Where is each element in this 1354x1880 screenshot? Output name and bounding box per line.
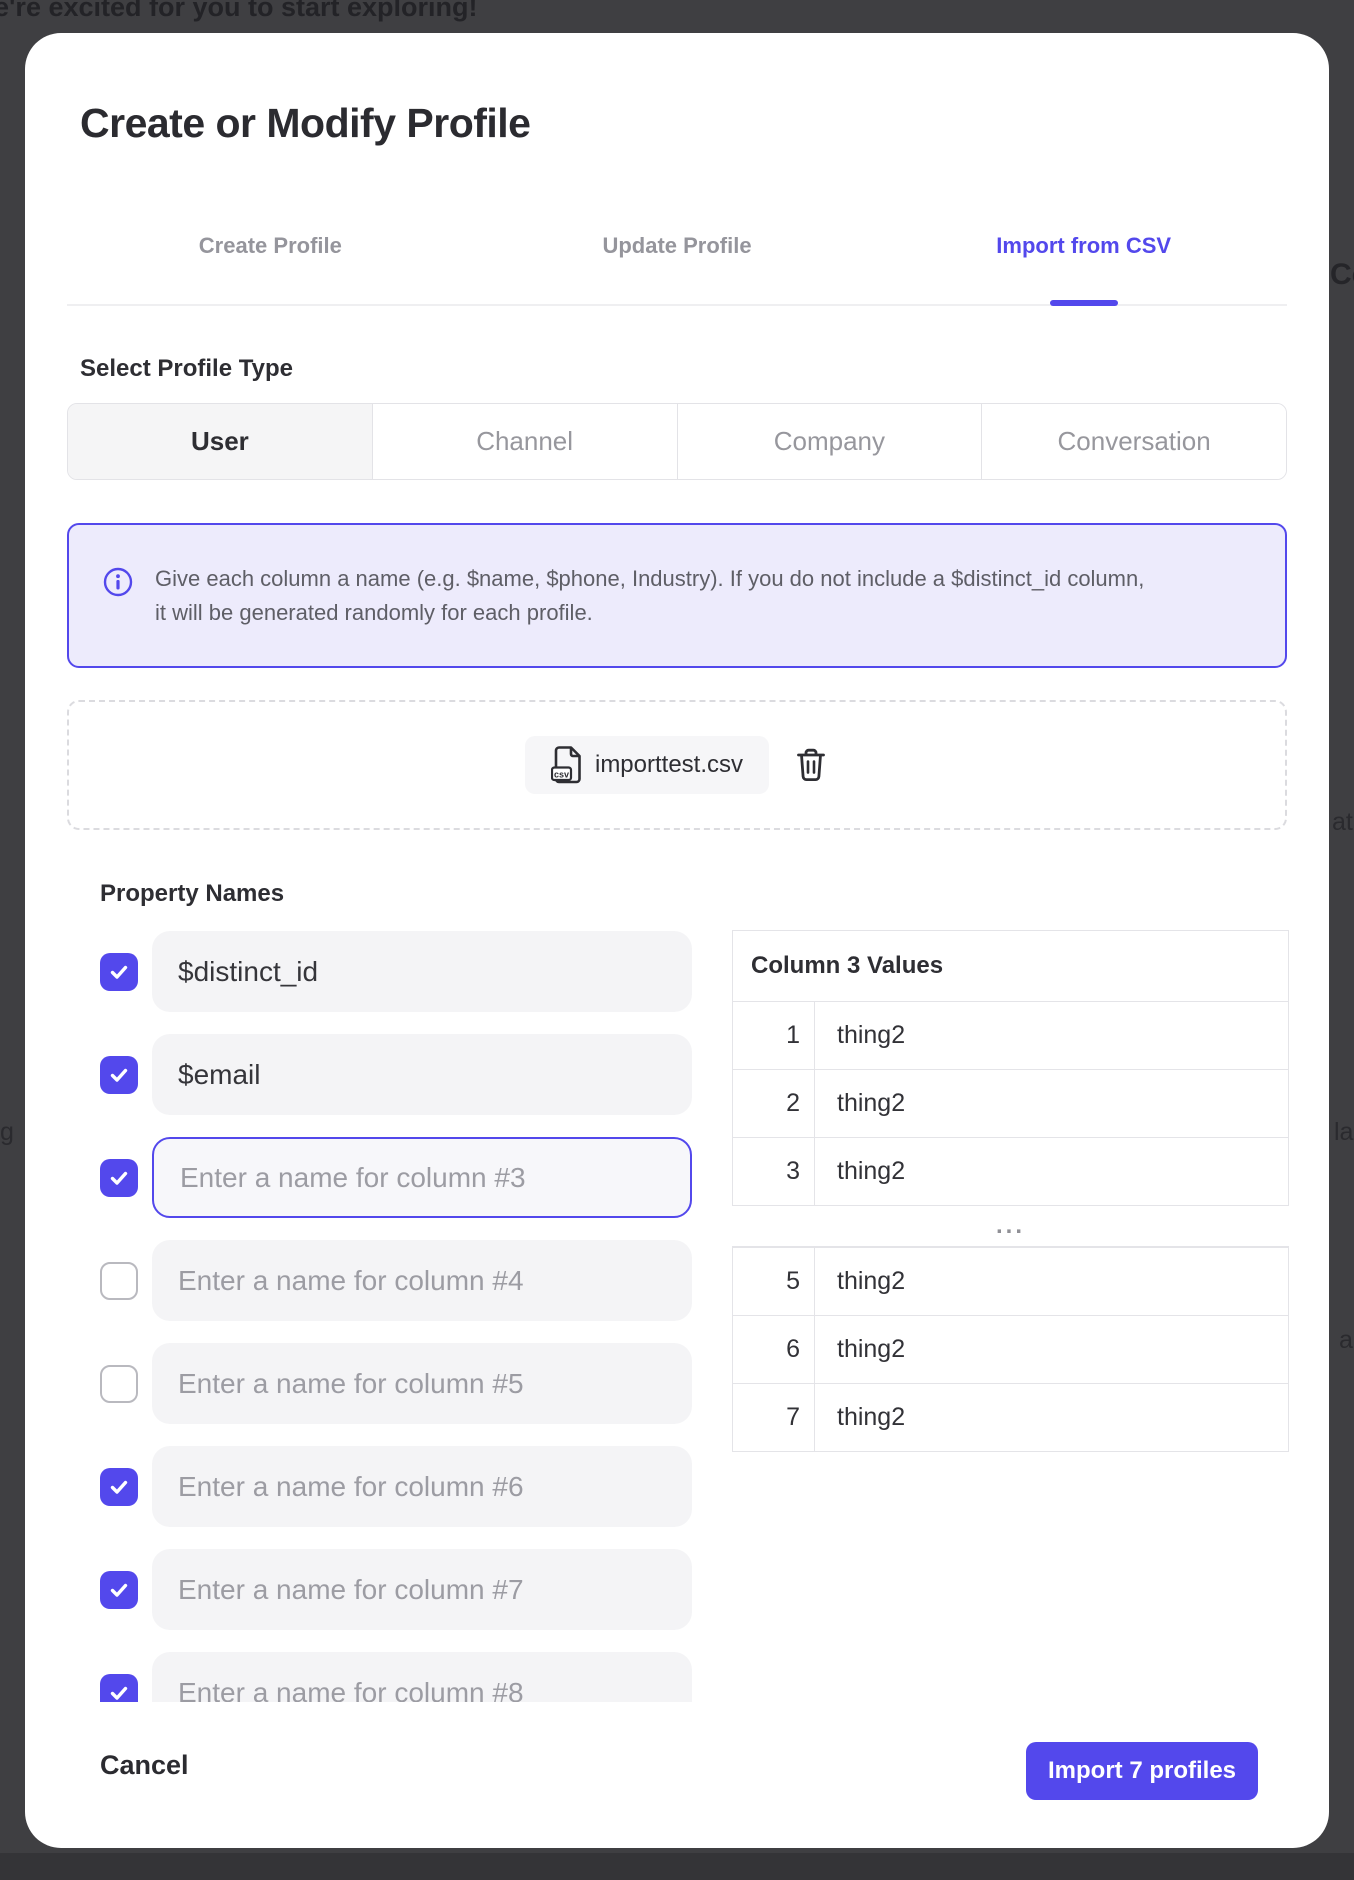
background-text-fragment: a (1339, 1326, 1353, 1355)
row-number: 3 (733, 1138, 815, 1205)
background-text-fragment: ata (1332, 808, 1354, 837)
column-name-input[interactable] (152, 931, 692, 1012)
tab[interactable]: Import from CSV (880, 228, 1287, 264)
row-number: 2 (733, 1070, 815, 1137)
background-bottom-bar (0, 1853, 1354, 1880)
row-value: thing2 (815, 1316, 1288, 1383)
table-header: Column 3 Values (733, 931, 1288, 1001)
page-title: Create or Modify Profile (80, 100, 530, 147)
column-include-checkbox[interactable] (100, 1262, 138, 1300)
property-row (80, 1240, 725, 1321)
info-icon (103, 567, 133, 597)
row-value: thing2 (815, 1138, 1288, 1205)
tab[interactable]: Create Profile (67, 228, 474, 264)
column-include-checkbox[interactable] (100, 953, 138, 991)
trash-icon (795, 747, 827, 783)
column-name-input[interactable] (152, 1034, 692, 1115)
delete-file-button[interactable] (795, 746, 829, 784)
background-text-fragment: g (0, 1118, 14, 1147)
csv-file-icon: csv (551, 746, 581, 784)
row-value: thing2 (815, 1248, 1288, 1315)
profile-type-option[interactable]: Company (678, 404, 983, 479)
property-row (80, 1652, 725, 1702)
property-name-rows (80, 931, 725, 1702)
column-include-checkbox[interactable] (100, 1365, 138, 1403)
checkmark-icon (108, 1064, 130, 1086)
profile-type-option[interactable]: User (68, 404, 373, 479)
property-row (80, 1549, 725, 1630)
table-row: 5 thing2 (733, 1247, 1288, 1315)
table-row: 7 thing2 (733, 1383, 1288, 1451)
row-number: 6 (733, 1316, 815, 1383)
table-row: 3 thing2 (733, 1137, 1288, 1205)
uploaded-file-name: importtest.csv (595, 751, 743, 779)
table-row: 2 thing2 (733, 1069, 1288, 1137)
row-value: thing2 (815, 1070, 1288, 1137)
row-number: 1 (733, 1002, 815, 1069)
background-text-fragment: lab (1334, 1118, 1354, 1147)
column-values-table-top: Column 3 Values 1 thing2 2 thing2 3 (732, 930, 1289, 1206)
select-profile-type-label: Select Profile Type (80, 355, 293, 383)
property-row (80, 931, 725, 1012)
column-include-checkbox[interactable] (100, 1056, 138, 1094)
row-number: 7 (733, 1384, 815, 1451)
background-page-heading: e're excited for you to start exploring! (0, 0, 478, 23)
column-name-input[interactable] (152, 1240, 692, 1321)
tab[interactable]: Update Profile (474, 228, 881, 264)
info-banner-text: Give each column a name (e.g. $name, $ph… (155, 562, 1155, 630)
column-values-preview: Column 3 Values 1 thing2 2 thing2 3 (732, 930, 1289, 1452)
column-include-checkbox[interactable] (100, 1159, 138, 1197)
column-name-input[interactable] (152, 1446, 692, 1527)
table-row: 6 thing2 (733, 1315, 1288, 1383)
property-row (80, 1137, 725, 1218)
background-text-fragment: Col (1330, 258, 1354, 292)
checkmark-icon (108, 1167, 130, 1189)
checkmark-icon (108, 1476, 130, 1498)
column-name-input[interactable] (152, 1652, 692, 1702)
rows-ellipsis: ... (732, 1206, 1289, 1246)
column-name-input[interactable] (152, 1137, 692, 1218)
column-name-input[interactable] (152, 1343, 692, 1424)
svg-text:csv: csv (554, 769, 569, 779)
cancel-button[interactable]: Cancel (100, 1750, 189, 1781)
profile-type-option[interactable]: Channel (373, 404, 678, 479)
property-row (80, 1446, 725, 1527)
active-tab-indicator (1050, 300, 1118, 306)
property-names-label: Property Names (100, 880, 284, 908)
table-row: 1 thing2 (733, 1001, 1288, 1069)
column-include-checkbox[interactable] (100, 1468, 138, 1506)
import-profiles-button[interactable]: Import 7 profiles (1026, 1742, 1258, 1800)
row-value: thing2 (815, 1002, 1288, 1069)
column-values-table-bottom: 5 thing2 6 thing2 7 thing2 (732, 1246, 1289, 1452)
property-row (80, 1343, 725, 1424)
profile-type-selector: User Channel Company Conversation (67, 403, 1287, 480)
uploaded-file-chip: csv importtest.csv (525, 736, 769, 794)
column-include-checkbox[interactable] (100, 1571, 138, 1609)
checkmark-icon (108, 961, 130, 983)
property-row (80, 1034, 725, 1115)
csv-upload-dropzone[interactable]: csv importtest.csv (67, 700, 1287, 830)
row-value: thing2 (815, 1384, 1288, 1451)
column-include-checkbox[interactable] (100, 1674, 138, 1703)
profile-type-option[interactable]: Conversation (982, 404, 1286, 479)
modal-tabs: Create Profile Update Profile Import fro… (67, 228, 1287, 264)
checkmark-icon (108, 1682, 130, 1703)
checkmark-icon (108, 1579, 130, 1601)
column-name-input[interactable] (152, 1549, 692, 1630)
create-or-modify-profile-modal: Create or Modify Profile Create Profile … (25, 33, 1329, 1848)
row-number: 5 (733, 1248, 815, 1315)
info-banner: Give each column a name (e.g. $name, $ph… (67, 523, 1287, 668)
